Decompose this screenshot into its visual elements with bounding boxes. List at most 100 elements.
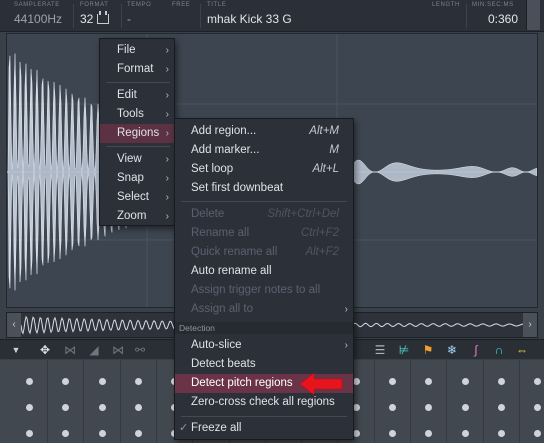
knob[interactable] xyxy=(534,378,542,385)
chevron-right-icon: › xyxy=(165,128,169,139)
knob[interactable] xyxy=(497,430,505,437)
menu-item-label: Edit xyxy=(117,89,137,101)
minsecms-label: MIN:SEC:MS xyxy=(472,2,514,8)
menu-item-auto-rename-all[interactable]: Auto rename all xyxy=(175,262,353,281)
knob[interactable] xyxy=(534,430,542,437)
format-icon[interactable] xyxy=(97,11,110,24)
knob[interactable] xyxy=(497,378,505,385)
chevron-right-icon: › xyxy=(165,173,169,184)
menu-item-edit[interactable]: Edit › xyxy=(100,86,174,105)
menu-item-add-region[interactable]: Add region... Alt+M xyxy=(175,122,353,141)
scroll-right-button[interactable]: › xyxy=(523,313,537,337)
menu-item-delete[interactable]: Delete Shift+Ctrl+Del xyxy=(175,205,353,224)
menu-item-label: Zoom xyxy=(117,210,147,222)
free-label: FREE xyxy=(172,2,191,8)
chevron-down-icon[interactable]: ▼ xyxy=(8,342,24,358)
split-icon[interactable]: ⋈ xyxy=(110,342,126,358)
knob[interactable] xyxy=(134,430,142,437)
menu-item-snap[interactable]: Snap › xyxy=(100,169,174,188)
menu-item-auto-slice[interactable]: Auto-slice › xyxy=(175,336,353,355)
knob[interactable] xyxy=(26,430,33,437)
menu-item-format[interactable]: Format › xyxy=(100,60,174,79)
menu-item-select[interactable]: Select › xyxy=(100,188,174,207)
chevron-right-icon: › xyxy=(165,64,169,75)
curve-icon[interactable]: ∫ xyxy=(468,342,484,358)
knob[interactable] xyxy=(389,430,396,437)
menu-item-zoom[interactable]: Zoom › xyxy=(100,207,174,226)
menu-item-label: Add marker... xyxy=(191,144,260,156)
panel-edge-button[interactable] xyxy=(526,0,540,30)
menu-item-hotkey: M xyxy=(329,144,339,156)
scroll-left-button[interactable]: ‹ xyxy=(7,313,21,337)
menu-item-quick-rename-all[interactable]: Quick rename all Alt+F2 xyxy=(175,243,353,262)
knob[interactable] xyxy=(62,404,70,411)
divider xyxy=(121,4,122,28)
title-field[interactable]: TITLE mhak Kick 33 G xyxy=(207,2,292,26)
chevron-right-icon: › xyxy=(165,90,169,101)
knob[interactable] xyxy=(134,378,142,385)
knob[interactable] xyxy=(98,404,106,411)
knob[interactable] xyxy=(461,378,469,385)
knob[interactable] xyxy=(425,430,433,437)
samplerate-value: 44100Hz xyxy=(14,12,63,26)
freeze-icon[interactable]: ❄ xyxy=(444,342,460,358)
flag-icon[interactable]: ⚑ xyxy=(420,342,436,358)
menu-item-freeze-all[interactable]: ✓ Freeze all xyxy=(175,419,353,438)
knob[interactable] xyxy=(26,378,33,385)
knob[interactable] xyxy=(62,430,70,437)
menu-item-zero-cross-check[interactable]: Zero-cross check all regions xyxy=(175,393,353,412)
knob[interactable] xyxy=(98,378,106,385)
knob[interactable] xyxy=(26,404,33,411)
magnet-icon[interactable]: ∩ xyxy=(491,342,507,358)
menu-item-label: Assign trigger notes to all xyxy=(191,284,321,296)
tempo-field[interactable]: TEMPO - xyxy=(127,2,151,26)
crop-icon[interactable]: ⋈ xyxy=(62,342,78,358)
menu-item-add-marker[interactable]: Add marker... M xyxy=(175,141,353,160)
menu-item-assign-all-to[interactable]: Assign all to › xyxy=(175,300,353,319)
samplerate-label: SAMPLERATE xyxy=(14,2,60,8)
menu-item-detect-beats[interactable]: Detect beats xyxy=(175,355,353,374)
menu-item-set-first-downbeat[interactable]: Set first downbeat xyxy=(175,179,353,198)
mixer-strip xyxy=(520,360,544,443)
stretch-icon[interactable]: ⇔ xyxy=(514,342,530,358)
snap-point-icon[interactable]: ✥ xyxy=(37,342,53,358)
menu-item-label: Tools xyxy=(117,108,144,120)
menu-item-label: Set first downbeat xyxy=(191,182,284,194)
menu-item-label: Select xyxy=(117,191,149,203)
menu-item-label: Regions xyxy=(117,127,160,139)
knob[interactable] xyxy=(389,378,396,385)
menu-item-tools[interactable]: Tools › xyxy=(100,105,174,124)
title-label: TITLE xyxy=(207,2,227,8)
menu-item-label: Zero-cross check all regions xyxy=(191,396,335,408)
triangle-icon[interactable]: ◢ xyxy=(86,342,102,358)
knob[interactable] xyxy=(62,378,70,385)
knob[interactable] xyxy=(461,430,469,437)
knob[interactable] xyxy=(461,404,469,411)
pitch-detect-icon[interactable]: ⊭ xyxy=(396,342,412,358)
knob[interactable] xyxy=(98,430,106,437)
knob[interactable] xyxy=(534,404,542,411)
menu-item-label: Format xyxy=(117,63,154,75)
knob[interactable] xyxy=(425,404,433,411)
menu-item-file[interactable]: File › xyxy=(100,41,174,60)
title-value: mhak Kick 33 G xyxy=(207,12,292,26)
menu-item-regions[interactable]: Regions › xyxy=(100,124,174,143)
menu-item-view[interactable]: View › xyxy=(100,150,174,169)
menu-item-rename-all[interactable]: Rename all Ctrl+F2 xyxy=(175,224,353,243)
format-label: FORMAT xyxy=(80,2,109,8)
link-icon[interactable]: ⚯ xyxy=(132,342,148,358)
menu-item-set-loop[interactable]: Set loop Alt+L xyxy=(175,160,353,179)
mixer-strip xyxy=(48,360,85,443)
knob[interactable] xyxy=(134,404,142,411)
format-field[interactable]: FORMAT 32 xyxy=(80,2,110,26)
knob[interactable] xyxy=(497,404,505,411)
divider xyxy=(73,4,74,28)
knob[interactable] xyxy=(389,404,396,411)
knob[interactable] xyxy=(425,378,433,385)
menu-item-label: Assign all to xyxy=(191,303,254,315)
menu-item-hotkey: Shift+Ctrl+Del xyxy=(267,208,339,220)
menu-item-assign-trigger-notes[interactable]: Assign trigger notes to all xyxy=(175,281,353,300)
menu-item-hotkey: Alt+F2 xyxy=(305,246,339,258)
regions-icon[interactable]: ☰ xyxy=(372,342,388,358)
menu-item-label: Auto-slice xyxy=(191,339,242,351)
